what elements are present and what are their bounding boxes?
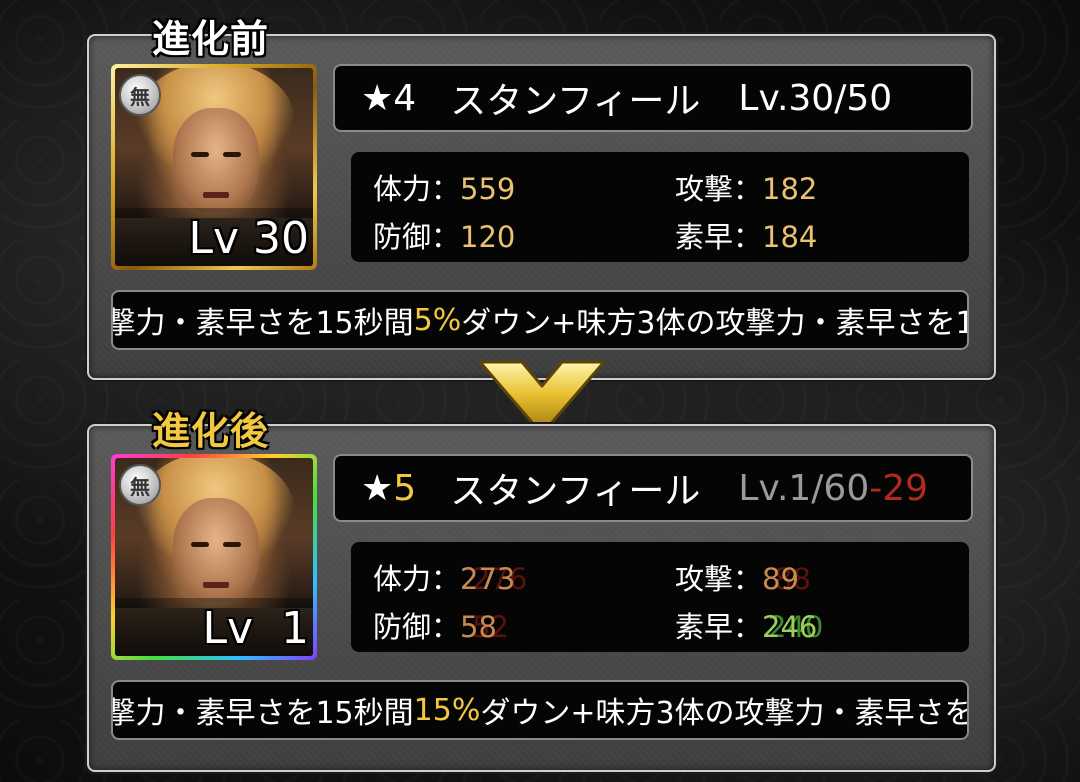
attribute-badge-icon: 無 — [119, 74, 161, 116]
stat-value: 182 — [762, 172, 818, 206]
stat-attack: 攻撃： 88 89 — [675, 556, 811, 598]
stat-speed: 素早：184 — [675, 214, 817, 256]
portrait-level: Lv 30 — [188, 213, 309, 264]
portrait-level: Lv 1 — [202, 603, 309, 654]
stat-label: 攻撃： — [675, 172, 763, 206]
before-evolution-panel: 無 Lv 30 ★4 スタンフィール Lv.30/50 体力：559 攻撃：18… — [87, 34, 996, 380]
stat-value: 120 — [460, 220, 516, 254]
after-character-portrait[interactable]: 無 Lv 1 — [111, 454, 317, 660]
character-eye — [223, 542, 241, 547]
stat-attack: 攻撃：182 — [675, 166, 817, 208]
stat-label: 体力： — [373, 172, 461, 206]
star-number: 5 — [393, 467, 417, 509]
skill-highlight: 15% — [413, 692, 481, 728]
stat-label: 防御： — [373, 610, 461, 644]
stat-label: 防御： — [373, 220, 461, 254]
character-mouth — [203, 582, 229, 588]
stat-label: 素早： — [675, 610, 763, 644]
level-diff: -29 — [869, 467, 929, 509]
character-art: 無 Lv 30 — [115, 68, 313, 266]
after-evolution-panel: 無 Lv 1 ★5 スタンフィール Lv.1/60 -29 体力： 276 273 攻… — [87, 424, 996, 772]
after-skill-description[interactable]: 撃力・素早さを15秒間 15% ダウン+味方3体の攻撃力・素早さを — [111, 680, 969, 740]
stat-value: 246 — [762, 610, 818, 644]
character-mouth — [203, 192, 229, 198]
stat-hp: 体力：559 — [373, 166, 515, 208]
character-name: スタンフィール — [450, 471, 701, 512]
attribute-badge-icon: 無 — [119, 464, 161, 506]
level-text: Lv.1/60 — [738, 467, 870, 509]
skill-highlight: 5% — [413, 302, 462, 338]
star-symbol: ★ — [361, 467, 394, 509]
before-name-bar: ★4 スタンフィール Lv.30/50 — [333, 64, 973, 132]
stat-defense: 防御：120 — [373, 214, 515, 256]
after-evolution-title: 進化後 — [152, 408, 270, 453]
stat-speed: 素早： 240 246 — [675, 604, 823, 646]
after-stat-box: 体力： 276 273 攻撃： 88 89 防御： 52 58 素早： 240 246 — [351, 542, 969, 652]
skill-text: 撃力・素早さを15秒間 — [111, 306, 414, 341]
stat-value: 184 — [762, 220, 818, 254]
level-text: Lv.30/50 — [738, 77, 893, 119]
character-art: 無 Lv 1 — [115, 458, 313, 656]
character-eye — [191, 152, 209, 157]
character-eye — [191, 542, 209, 547]
rarity-star: ★5 — [361, 468, 416, 509]
stat-label: 素早： — [675, 220, 763, 254]
before-skill-description[interactable]: 撃力・素早さを15秒間 5% ダウン+味方3体の攻撃力・素早さを1 — [111, 290, 969, 350]
rarity-star: ★4 — [361, 77, 417, 119]
character-eye — [223, 152, 241, 157]
stat-defense: 防御： 52 58 — [373, 604, 509, 646]
after-name-bar: ★5 スタンフィール Lv.1/60 -29 — [333, 454, 973, 522]
skill-text: ダウン+味方3体の攻撃力・素早さを — [480, 696, 969, 731]
before-stat-box: 体力：559 攻撃：182 防御：120 素早：184 — [351, 152, 969, 262]
stat-label: 攻撃： — [675, 562, 763, 596]
character-name: スタンフィール — [450, 81, 701, 122]
stat-hp: 体力： 276 273 — [373, 556, 527, 598]
stat-label: 体力： — [373, 562, 461, 596]
skill-text: 撃力・素早さを15秒間 — [111, 696, 414, 731]
skill-text: ダウン+味方3体の攻撃力・素早さを1 — [461, 306, 969, 341]
before-evolution-title: 進化前 — [152, 16, 270, 61]
stat-value: 273 — [460, 562, 516, 596]
stat-value: 559 — [460, 172, 516, 206]
stat-value: 58 — [460, 610, 497, 644]
stat-value: 89 — [762, 562, 799, 596]
before-character-portrait[interactable]: 無 Lv 30 — [111, 64, 317, 270]
